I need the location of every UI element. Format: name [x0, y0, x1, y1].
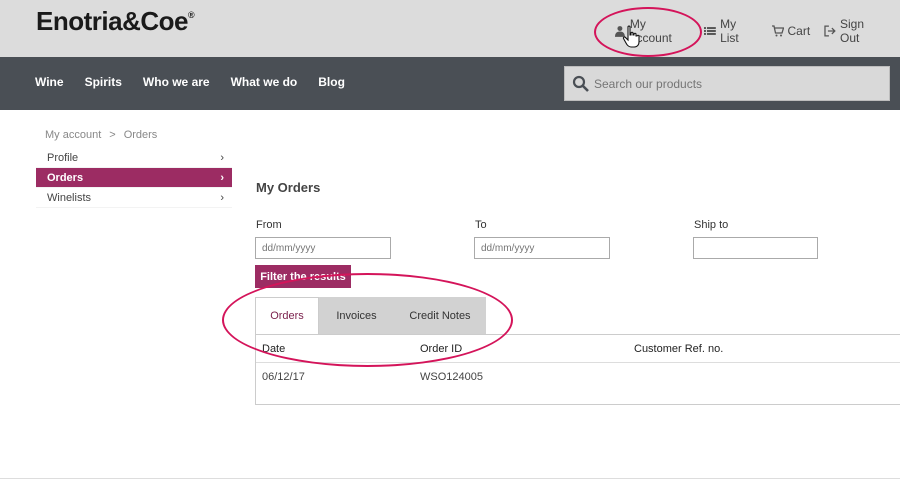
my-list-link[interactable]: My List — [704, 17, 757, 45]
my-list-label: My List — [720, 17, 739, 45]
cart-label: Cart — [787, 24, 811, 38]
order-date: 06/12/17 — [262, 371, 305, 383]
chevron-right-icon: › — [220, 171, 224, 184]
nav-item-who-we-are[interactable]: Who we are — [143, 75, 210, 89]
cart-icon — [771, 25, 784, 37]
column-header-order-id[interactable]: Order ID — [420, 343, 462, 355]
sidebar-item-profile[interactable]: Profile › — [36, 148, 232, 168]
nav-item-spirits[interactable]: Spirits — [85, 75, 122, 89]
list-icon — [704, 27, 717, 35]
search-icon[interactable] — [572, 75, 590, 93]
nav-item-wine[interactable]: Wine — [35, 75, 64, 89]
nav-item-what-we-do[interactable]: What we do — [231, 75, 298, 89]
tab-invoices[interactable]: Invoices — [319, 297, 394, 334]
breadcrumb-orders: Orders — [123, 129, 158, 141]
search-input[interactable] — [594, 76, 874, 91]
chevron-right-icon: › — [220, 151, 224, 164]
hand-cursor-icon — [622, 25, 640, 48]
cart-link[interactable]: Cart — [771, 24, 811, 38]
top-bar: Enotria&Coe® My account My List Cart Sig… — [0, 0, 900, 57]
account-links: My account My List Cart Sign Out — [614, 17, 900, 45]
sign-out-link[interactable]: Sign Out — [824, 17, 886, 45]
table-header: Date Order ID Customer Ref. no. — [256, 335, 900, 363]
orders-table: Date Order ID Customer Ref. no. 06/12/17… — [255, 334, 900, 405]
ship-to-label: Ship to — [694, 219, 729, 231]
sidebar-item-winelists[interactable]: Winelists › — [36, 188, 232, 208]
to-date-field[interactable] — [474, 237, 610, 259]
breadcrumb: My account > Orders — [45, 129, 157, 141]
footer-divider — [0, 478, 900, 479]
column-header-customer-ref[interactable]: Customer Ref. no. — [634, 343, 723, 355]
column-header-date[interactable]: Date — [262, 343, 285, 355]
breadcrumb-separator: > — [109, 129, 116, 141]
filter-results-button[interactable]: Filter the results — [255, 265, 351, 288]
page-title: My Orders — [256, 180, 321, 195]
from-label: From — [256, 219, 282, 231]
sign-out-icon — [824, 25, 836, 37]
main-nav: Wine Spirits Who we are What we do Blog — [0, 57, 900, 110]
tab-orders[interactable]: Orders — [255, 297, 319, 334]
nav-item-blog[interactable]: Blog — [318, 75, 345, 89]
breadcrumb-my-account[interactable]: My account — [45, 129, 101, 141]
to-label: To — [475, 219, 487, 231]
order-id[interactable]: WSO124005 — [420, 371, 483, 383]
sign-out-label: Sign Out — [840, 17, 865, 45]
sidebar-item-orders[interactable]: Orders › — [36, 168, 232, 188]
from-date-field[interactable] — [255, 237, 391, 259]
sidebar-item-label: Orders — [47, 171, 84, 184]
table-row[interactable]: 06/12/17 WSO124005 — [256, 363, 900, 391]
chevron-right-icon: › — [220, 191, 224, 204]
tab-credit-notes[interactable]: Credit Notes — [394, 297, 486, 334]
ship-to-field[interactable] — [693, 237, 818, 259]
account-sidebar: Profile › Orders › Winelists › — [36, 148, 232, 208]
orders-tabs: Orders Invoices Credit Notes — [255, 297, 486, 334]
search-box — [564, 66, 890, 101]
logo[interactable]: Enotria&Coe® — [36, 6, 195, 37]
sidebar-item-label: Winelists — [47, 191, 92, 204]
sidebar-item-label: Profile — [47, 151, 79, 164]
